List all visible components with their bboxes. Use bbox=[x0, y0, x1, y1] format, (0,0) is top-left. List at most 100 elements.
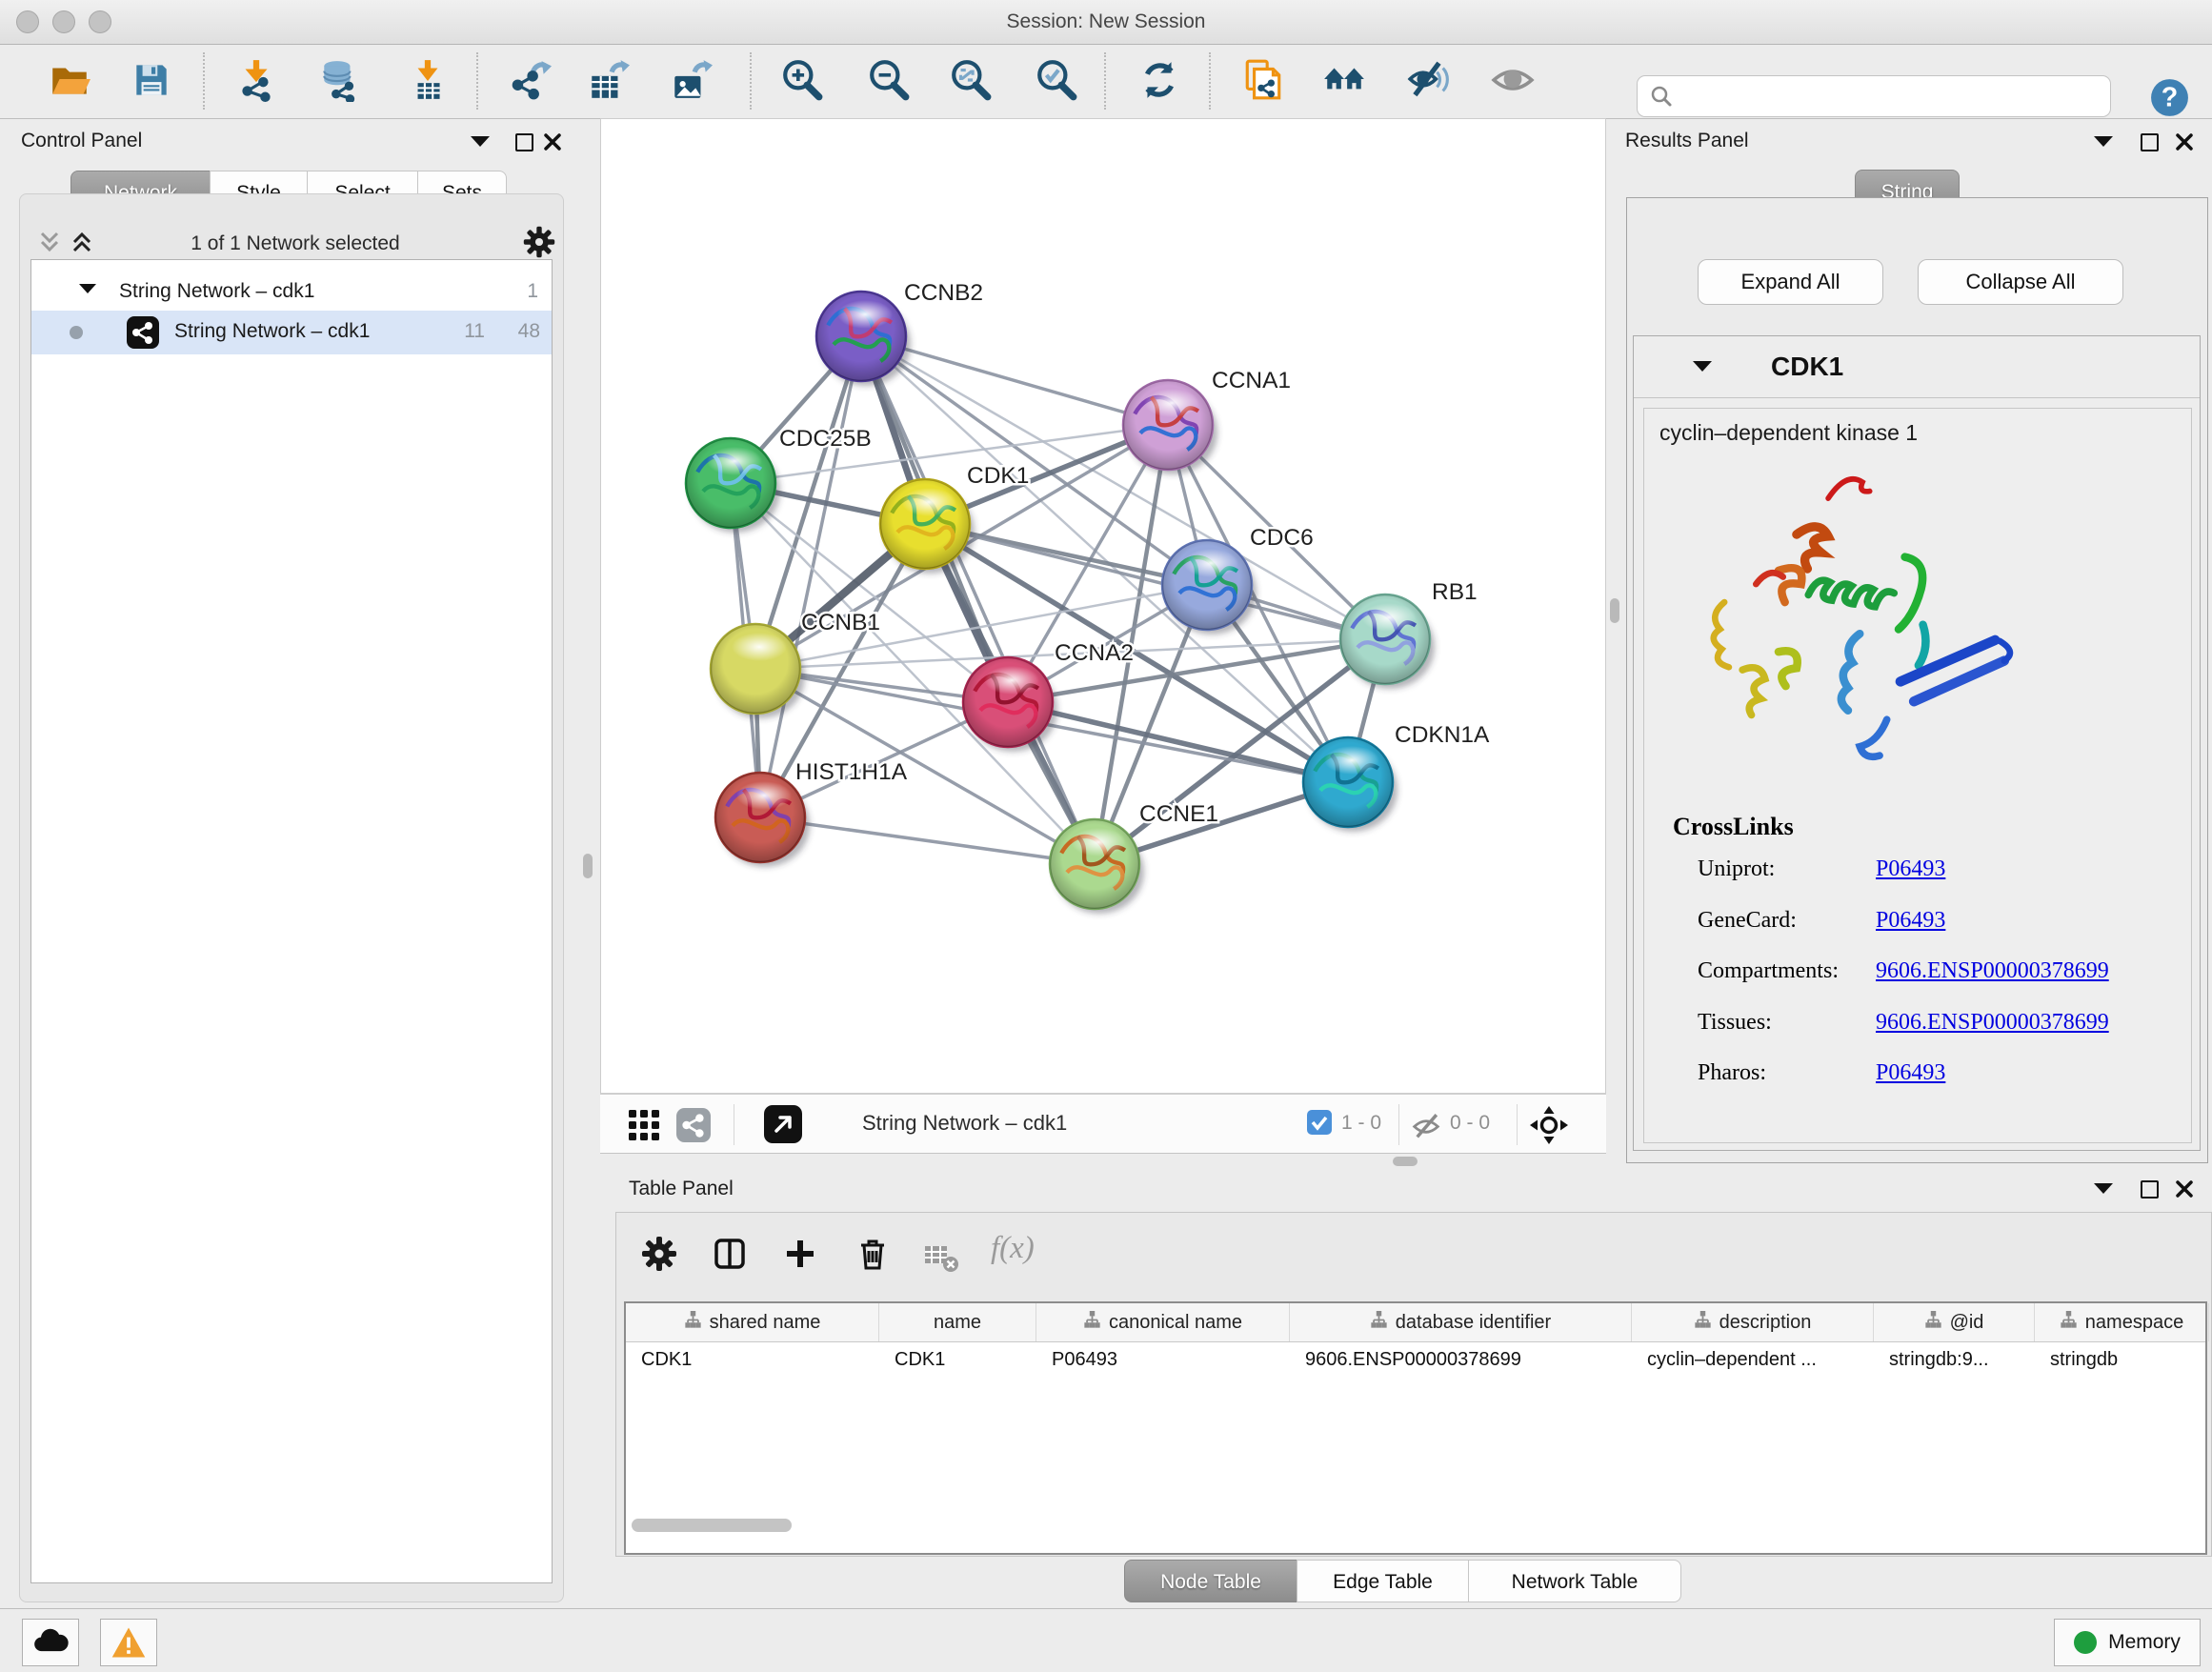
network-row-selected[interactable]: String Network – cdk1 11 48 bbox=[31, 311, 552, 354]
gene-section-header[interactable]: CDK1 bbox=[1634, 336, 2200, 398]
hide-selected-icon[interactable] bbox=[1406, 58, 1450, 102]
column-label: canonical name bbox=[1109, 1312, 1242, 1334]
network-node-CCNA2[interactable] bbox=[963, 657, 1057, 752]
column-header-canonical-name[interactable]: canonical name bbox=[1036, 1303, 1290, 1341]
memory-button[interactable]: Memory bbox=[2054, 1619, 2201, 1666]
delete-column-trash-icon[interactable] bbox=[854, 1235, 892, 1273]
tab-edge-table[interactable]: Edge Table bbox=[1297, 1560, 1469, 1602]
show-preview-eye-icon[interactable] bbox=[1491, 58, 1535, 102]
selected-nodes-checkbox[interactable] bbox=[1307, 1110, 1332, 1135]
save-session-icon[interactable] bbox=[130, 58, 173, 102]
control-panel-menu-icon[interactable] bbox=[471, 136, 490, 147]
control-panel-float-icon[interactable] bbox=[515, 133, 533, 151]
fit-selection-crosshair-icon[interactable] bbox=[1528, 1104, 1570, 1146]
help-icon[interactable]: ? bbox=[2148, 76, 2191, 119]
network-node-CDKN1A[interactable] bbox=[1303, 737, 1398, 832]
collapse-all-chevron-icon[interactable] bbox=[36, 229, 63, 255]
table-panel-float-icon[interactable] bbox=[2141, 1180, 2159, 1199]
crosslink-link[interactable]: P06493 bbox=[1876, 1060, 1945, 1086]
birds-eye-view-icon[interactable] bbox=[764, 1105, 802, 1143]
network-node-CDK1[interactable] bbox=[880, 479, 975, 574]
tab-network-table[interactable]: Network Table bbox=[1468, 1560, 1681, 1602]
network-options-gear-icon[interactable] bbox=[522, 225, 556, 259]
collection-label: String Network – cdk1 bbox=[119, 280, 314, 303]
network-collection-row[interactable]: String Network – cdk1 1 bbox=[31, 272, 552, 312]
search-box[interactable] bbox=[1637, 75, 2111, 117]
add-column-plus-icon[interactable] bbox=[781, 1235, 819, 1273]
zoom-fit-icon[interactable] bbox=[949, 58, 993, 102]
network-edge-HIST1H1A-CCNE1[interactable] bbox=[760, 817, 1095, 864]
crosslink-link[interactable]: P06493 bbox=[1876, 908, 1945, 934]
export-image-icon[interactable] bbox=[669, 58, 713, 102]
crosslink-link[interactable]: 9606.ENSP00000378699 bbox=[1876, 1010, 2109, 1036]
import-network-icon[interactable] bbox=[234, 58, 278, 102]
hidden-eye-icon[interactable] bbox=[1410, 1109, 1442, 1141]
results-panel-menu-icon[interactable] bbox=[2094, 136, 2113, 147]
network-node-CDC25B[interactable] bbox=[686, 438, 780, 533]
network-edge-CDK1-RB1[interactable] bbox=[925, 524, 1385, 639]
column-header-description[interactable]: description bbox=[1632, 1303, 1874, 1341]
collapse-all-button[interactable]: Collapse All bbox=[1918, 259, 2123, 305]
network-view-share-icon[interactable] bbox=[676, 1108, 711, 1142]
table-cell[interactable]: CDK1 bbox=[879, 1342, 1036, 1377]
network-edge-CCNB2-HIST1H1A[interactable] bbox=[760, 336, 861, 817]
gene-section-collapse-icon[interactable] bbox=[1693, 361, 1712, 372]
table-cell[interactable]: stringdb bbox=[2035, 1342, 2209, 1377]
table-hscrollbar-thumb[interactable] bbox=[632, 1519, 792, 1532]
node-table: shared namename canonical name database id… bbox=[624, 1301, 2207, 1555]
table-panel-close-icon[interactable] bbox=[2175, 1179, 2194, 1199]
cloud-status-button[interactable] bbox=[22, 1619, 79, 1666]
column-header-name[interactable]: name bbox=[879, 1303, 1036, 1341]
import-table-icon[interactable] bbox=[406, 58, 450, 102]
export-table-icon[interactable] bbox=[586, 58, 630, 102]
refresh-icon[interactable] bbox=[1137, 58, 1181, 102]
table-panel-tabs: Node TableEdge TableNetwork Table bbox=[1124, 1560, 1681, 1602]
column-header-database-identifier[interactable]: database identifier bbox=[1290, 1303, 1632, 1341]
import-network-database-icon[interactable] bbox=[318, 58, 362, 102]
network-canvas[interactable]: CCNB2CCNA1CDC25BCDK1CDC6RB1CCNB1CCNA2CDK… bbox=[600, 118, 1606, 1094]
grid-view-icon[interactable] bbox=[627, 1108, 661, 1142]
function-builder-icon: f(x) bbox=[991, 1231, 1035, 1266]
houses-icon[interactable] bbox=[1322, 58, 1366, 102]
crosslink-link[interactable]: P06493 bbox=[1876, 856, 1945, 882]
expand-all-chevron-icon[interactable] bbox=[69, 229, 95, 255]
right-splitter-grip[interactable] bbox=[1610, 598, 1619, 623]
gene-name: CDK1 bbox=[1771, 352, 1843, 382]
zoom-out-icon[interactable] bbox=[867, 58, 911, 102]
tab-node-table[interactable]: Node Table bbox=[1124, 1560, 1297, 1602]
show-columns-icon[interactable] bbox=[711, 1235, 749, 1273]
control-panel-close-icon[interactable] bbox=[543, 132, 562, 151]
network-node-RB1[interactable] bbox=[1340, 594, 1435, 689]
table-cell[interactable]: CDK1 bbox=[626, 1342, 879, 1377]
network-node-CCNA1[interactable] bbox=[1123, 380, 1217, 474]
table-cell[interactable]: P06493 bbox=[1036, 1342, 1290, 1377]
results-panel-close-icon[interactable] bbox=[2175, 132, 2194, 151]
warning-triangle-icon bbox=[110, 1623, 148, 1662]
open-file-icon[interactable] bbox=[48, 58, 91, 102]
table-cell[interactable]: 9606.ENSP00000378699 bbox=[1290, 1342, 1632, 1377]
clone-network-icon[interactable] bbox=[1241, 58, 1285, 102]
zoom-in-icon[interactable] bbox=[780, 58, 824, 102]
warnings-button[interactable] bbox=[100, 1619, 157, 1666]
network-node-CDC6[interactable] bbox=[1162, 540, 1257, 635]
column-label: database identifier bbox=[1396, 1312, 1551, 1334]
export-network-icon[interactable] bbox=[508, 58, 552, 102]
left-splitter-grip[interactable] bbox=[583, 854, 593, 878]
table-cell[interactable]: cyclin–dependent ... bbox=[1632, 1342, 1874, 1377]
column-header-@id[interactable]: @id bbox=[1874, 1303, 2035, 1341]
column-tree-icon bbox=[1694, 1311, 1712, 1335]
results-panel-float-icon[interactable] bbox=[2141, 133, 2159, 151]
expand-all-button[interactable]: Expand All bbox=[1698, 259, 1883, 305]
horizontal-splitter-grip[interactable] bbox=[1393, 1157, 1418, 1166]
table-options-gear-icon[interactable] bbox=[640, 1235, 678, 1273]
table-cell[interactable]: stringdb:9... bbox=[1874, 1342, 2035, 1377]
zoom-selected-icon[interactable] bbox=[1035, 58, 1078, 102]
network-node-HIST1H1A[interactable] bbox=[715, 773, 810, 867]
network-view[interactable]: CCNB2CCNA1CDC25BCDK1CDC6RB1CCNB1CCNA2CDK… bbox=[601, 119, 1605, 1093]
column-header-namespace[interactable]: namespace bbox=[2035, 1303, 2209, 1341]
collection-expand-icon[interactable] bbox=[79, 284, 96, 293]
column-header-shared-name[interactable]: shared name bbox=[626, 1303, 879, 1341]
crosslink-link[interactable]: 9606.ENSP00000378699 bbox=[1876, 958, 2109, 984]
table-row[interactable]: CDK1CDK1P064939606.ENSP00000378699cyclin… bbox=[626, 1342, 2205, 1377]
table-panel-menu-icon[interactable] bbox=[2094, 1183, 2113, 1194]
